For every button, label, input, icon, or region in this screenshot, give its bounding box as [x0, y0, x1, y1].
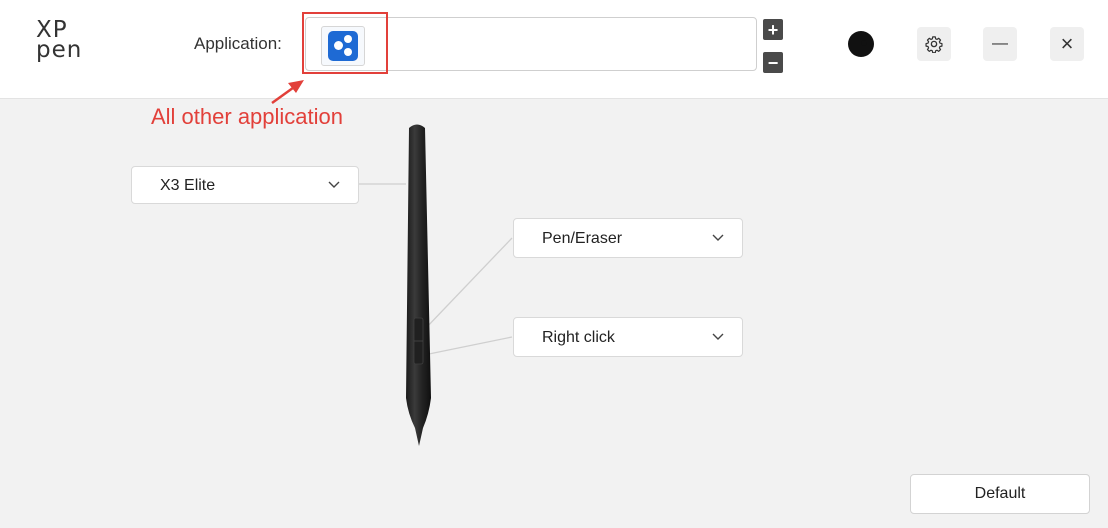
- stylus-pen-image: [406, 124, 431, 446]
- lower-button-value: Right click: [542, 329, 615, 346]
- upper-button-select[interactable]: Pen/Eraser: [513, 218, 743, 258]
- upper-button-value: Pen/Eraser: [542, 230, 623, 247]
- annotation-arrow: [271, 80, 304, 105]
- chevron-down-icon: [712, 234, 724, 241]
- chevron-down-icon: [712, 333, 724, 340]
- chevron-down-icon: [328, 181, 340, 188]
- default-button[interactable]: Default: [910, 474, 1090, 514]
- pen-model-select[interactable]: X3 Elite: [131, 166, 359, 204]
- pen-model-value: X3 Elite: [160, 177, 216, 194]
- connector-lines: [359, 183, 513, 356]
- lower-button-select[interactable]: Right click: [513, 317, 743, 357]
